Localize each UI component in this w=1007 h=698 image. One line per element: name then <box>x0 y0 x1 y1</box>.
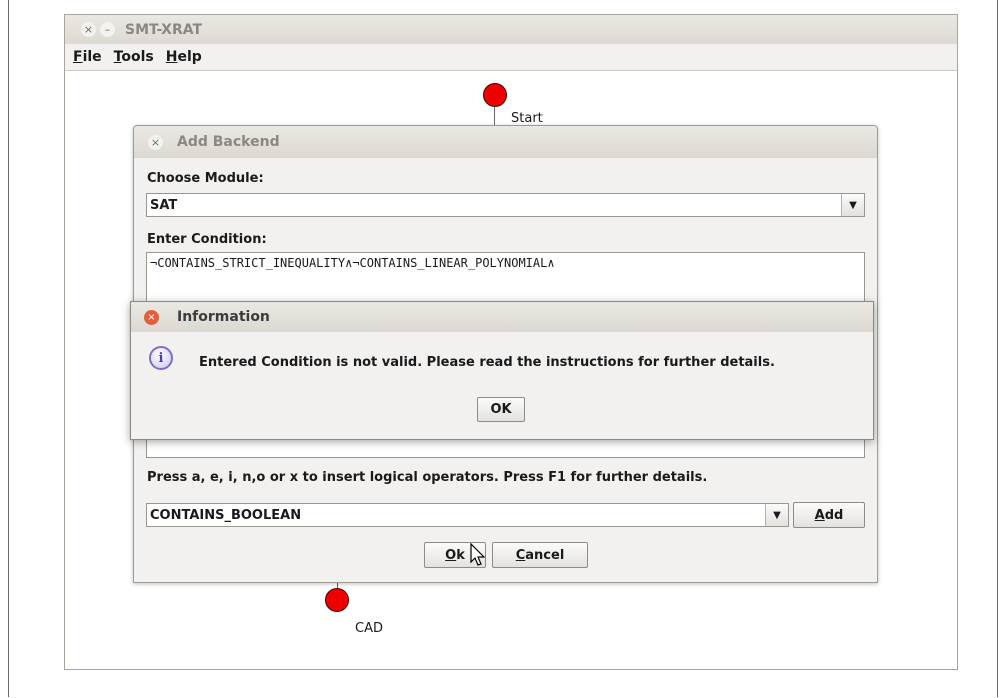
cad-label: CAD <box>355 621 383 636</box>
cancel-button[interactable]: Cancel <box>492 542 588 568</box>
menu-help[interactable]: Help <box>166 49 202 65</box>
close-icon[interactable]: × <box>148 134 163 150</box>
menu-file[interactable]: File <box>73 49 102 65</box>
minimize-icon[interactable]: – <box>100 22 115 37</box>
operator-hint: Press a, e, i, n,o or x to insert logica… <box>147 470 708 485</box>
dialog-titlebar: × Add Backend <box>134 126 877 158</box>
window-title: SMT-XRAT <box>125 21 203 38</box>
info-icon: i <box>149 346 173 370</box>
start-label: Start <box>511 111 543 126</box>
main-titlebar: × – SMT-XRAT <box>65 15 957 44</box>
chevron-down-icon[interactable]: ▼ <box>765 504 788 526</box>
close-icon[interactable]: × <box>144 309 159 325</box>
start-edge <box>494 107 495 125</box>
info-message: Entered Condition is not valid. Please r… <box>199 355 775 370</box>
chevron-down-icon[interactable]: ▼ <box>841 194 864 216</box>
menubar: File Tools Help <box>65 44 957 71</box>
info-ok-button[interactable]: OK <box>477 397 525 422</box>
property-value: CONTAINS_BOOLEAN <box>150 507 302 523</box>
condition-label: Enter Condition: <box>147 232 267 247</box>
mouse-cursor-icon <box>470 543 486 566</box>
property-select[interactable]: CONTAINS_BOOLEAN ▼ <box>146 503 789 527</box>
menu-tools[interactable]: Tools <box>114 49 154 65</box>
close-icon[interactable]: × <box>81 22 96 37</box>
module-select[interactable]: SAT ▼ <box>146 193 865 217</box>
module-label: Choose Module: <box>147 171 264 186</box>
info-title: Information <box>177 309 270 325</box>
dialog-title: Add Backend <box>177 134 280 150</box>
ok-button-label: Ok <box>445 547 465 563</box>
add-button[interactable]: Add <box>793 502 865 528</box>
info-titlebar: × Information <box>131 302 873 332</box>
information-dialog: × Information i Entered Condition is not… <box>130 301 874 440</box>
add-button-label: Add <box>814 507 844 523</box>
module-value: SAT <box>150 197 178 213</box>
cad-node[interactable] <box>325 588 349 612</box>
start-node[interactable] <box>483 83 507 107</box>
cancel-button-label: Cancel <box>515 547 565 563</box>
info-ok-label: OK <box>490 402 512 417</box>
